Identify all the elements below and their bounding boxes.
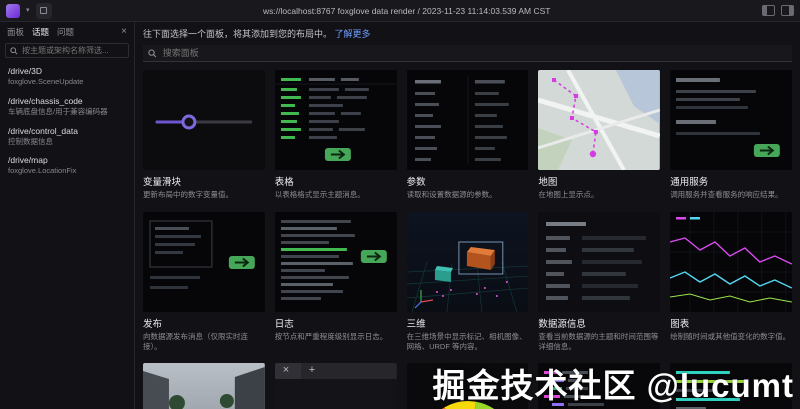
topic-name: /drive/3D [8, 66, 43, 76]
panel-catalog: 往下面选择一个面板，将其添加到您的布局中。 了解更多 搜索面板 变量滑块 更新布… [135, 22, 800, 409]
tab-topics[interactable]: 话题 [32, 26, 49, 38]
panel-card-title: 表格 [274, 177, 294, 188]
panel-card-desc: 以表格格式显示主题消息。 [274, 190, 365, 199]
right-sidebar-toggle-icon[interactable] [781, 5, 794, 16]
chevron-down-icon[interactable]: ▾ [26, 7, 30, 14]
panel-card-title: 地图 [538, 177, 558, 188]
table-thumbnail-graphic [274, 70, 397, 170]
foxglove-logo-icon[interactable] [6, 3, 20, 18]
plot-thumbnail-graphic [670, 211, 792, 312]
topic-item-chassis-code[interactable]: /drive/chassis_code 车辆底盘信息/用于兼容编码器 [0, 92, 134, 122]
panel-card-tab[interactable]: × + [274, 363, 397, 409]
panel-card-3d[interactable]: 三维 在三维场景中显示标记、相机图像、网格、URDF 等内容。 [406, 211, 529, 352]
slider-thumbnail-graphic [143, 70, 265, 170]
panel-card-title: 发布 [143, 318, 163, 330]
panel-card-map[interactable]: 地图 在地图上显示点。 [538, 70, 661, 200]
panel-card-publish[interactable]: 发布 向数据源发布消息（仅限实时连接）。 [143, 211, 265, 352]
sidebar-tabs: 面板 话题 问题 × [0, 22, 134, 41]
panel-thumb-tab: × + [274, 363, 397, 409]
panel-card-desc: 按节点和严重程度级别显示日志。 [274, 331, 388, 341]
panel-thumb-parameters [406, 70, 529, 170]
panel-card-desc: 查看当前数据源的主题和时间范围等详细信息。 [538, 331, 659, 351]
parameters-thumbnail-graphic [406, 70, 529, 170]
panel-thumb-log [274, 211, 397, 312]
data-source-icon[interactable] [35, 2, 52, 19]
panel-thumb-3d [406, 211, 529, 312]
camera-thumbnail-graphic [143, 363, 265, 409]
connection-title: ws://localhost:8767 foxglove data render… [263, 5, 551, 16]
panel-card-title: 通用服务 [670, 177, 709, 188]
tab-close-icon[interactable]: × [283, 364, 289, 376]
map-thumbnail-graphic [538, 70, 661, 170]
panel-card-title: 变量滑块 [143, 177, 182, 188]
topic-schema: foxglove.LocationFix [8, 166, 77, 176]
panel-card-title: 日志 [274, 318, 294, 330]
tab-add-icon[interactable]: + [309, 364, 315, 376]
panel-search[interactable] [143, 45, 792, 62]
close-icon[interactable]: × [121, 27, 127, 37]
panel-card-desc: 更新布局中的数字变量值。 [143, 190, 233, 199]
panel-card-desc: 在三维场景中显示标记、相机图像、网格、URDF 等内容。 [406, 331, 527, 351]
topic-item-drive-3d[interactable]: /drive/3D foxglove.SceneUpdate [0, 62, 134, 92]
panel-thumb-plot [670, 211, 792, 312]
topic-item-map[interactable]: /drive/map foxglove.LocationFix [0, 151, 134, 181]
topic-item-control-data[interactable]: /drive/control_data 控制数据信息 [0, 122, 134, 152]
panel-card-desc: 向数据源发布消息（仅限实时连接）。 [143, 331, 248, 351]
search-icon [148, 48, 157, 57]
panel-card-image[interactable] [143, 363, 265, 409]
3d-thumbnail-graphic [406, 211, 529, 312]
instruction-text: 往下面选择一个面板，将其添加到您的布局中。 [143, 29, 333, 39]
panel-thumb-variable-slider [143, 70, 265, 170]
panel-thumb-map [538, 70, 661, 170]
panel-card-desc: 绘制随时间或其他值变化的数字值。 [670, 331, 791, 341]
topic-name: /drive/map [8, 155, 48, 166]
watermark-text: 掘金技术社区 @lucumt [432, 367, 794, 404]
panel-card-table[interactable]: 表格 以表格格式显示主题消息。 [274, 70, 397, 200]
panel-card-service-call[interactable]: 通用服务 调用服务并查看服务的响应结果。 [670, 70, 792, 200]
panel-card-desc: 在地图上显示点。 [538, 190, 599, 199]
tab-problems[interactable]: 问题 [57, 26, 74, 38]
catalog-instruction: 往下面选择一个面板，将其添加到您的布局中。 了解更多 [143, 27, 792, 40]
topic-name: /drive/control_data [8, 125, 78, 136]
topic-name: /drive/chassis_code [8, 95, 83, 106]
topic-filter[interactable] [5, 43, 129, 58]
panel-thumb-image [143, 363, 265, 409]
tab-panels[interactable]: 面板 [7, 26, 24, 38]
panel-card-data-source-info[interactable]: 数据源信息 查看当前数据源的主题和时间范围等详细信息。 [538, 211, 661, 352]
log-thumbnail-graphic [274, 211, 397, 312]
content-area: 面板 话题 问题 × /drive/3D foxglove.SceneUpdat… [0, 22, 800, 409]
search-icon [10, 46, 18, 55]
source-info-thumbnail-graphic [538, 211, 661, 312]
panel-thumb-table [274, 70, 397, 170]
panel-card-log[interactable]: 日志 按节点和严重程度级别显示日志。 [274, 211, 397, 352]
topic-schema: 控制数据信息 [8, 136, 53, 146]
panel-thumb-service-call [670, 70, 792, 170]
topic-filter-input[interactable] [22, 46, 124, 55]
panel-card-desc: 调用服务并查看服务的响应结果。 [670, 190, 783, 199]
topic-schema: foxglove.SceneUpdate [8, 77, 84, 86]
panel-search-input[interactable] [162, 48, 787, 58]
panel-card-title: 参数 [406, 177, 426, 188]
left-sidebar: 面板 话题 问题 × /drive/3D foxglove.SceneUpdat… [0, 22, 135, 409]
panel-card-plot[interactable]: 图表 绘制随时间或其他值变化的数字值。 [670, 211, 792, 352]
learn-more-link[interactable]: 了解更多 [335, 29, 371, 39]
panel-thumb-publish [143, 211, 265, 312]
left-sidebar-toggle-icon[interactable] [762, 5, 775, 16]
panel-card-desc: 读取和设置数据源的参数。 [406, 190, 497, 199]
titlebar: ▾ ws://localhost:8767 foxglove data rend… [0, 0, 800, 22]
service-thumbnail-graphic [670, 70, 792, 170]
panel-card-variable-slider[interactable]: 变量滑块 更新布局中的数字变量值。 [143, 70, 265, 200]
topic-schema: 车辆底盘信息/用于兼容编码器 [8, 106, 108, 116]
tab-thumbnail-graphic [274, 363, 397, 409]
panel-card-title: 数据源信息 [538, 318, 586, 330]
panel-card-title: 三维 [406, 318, 426, 330]
panel-thumb-data-source-info [538, 211, 661, 312]
panel-card-parameters[interactable]: 参数 读取和设置数据源的参数。 [406, 70, 529, 200]
panel-card-title: 图表 [670, 318, 690, 330]
publish-thumbnail-graphic [143, 211, 265, 312]
